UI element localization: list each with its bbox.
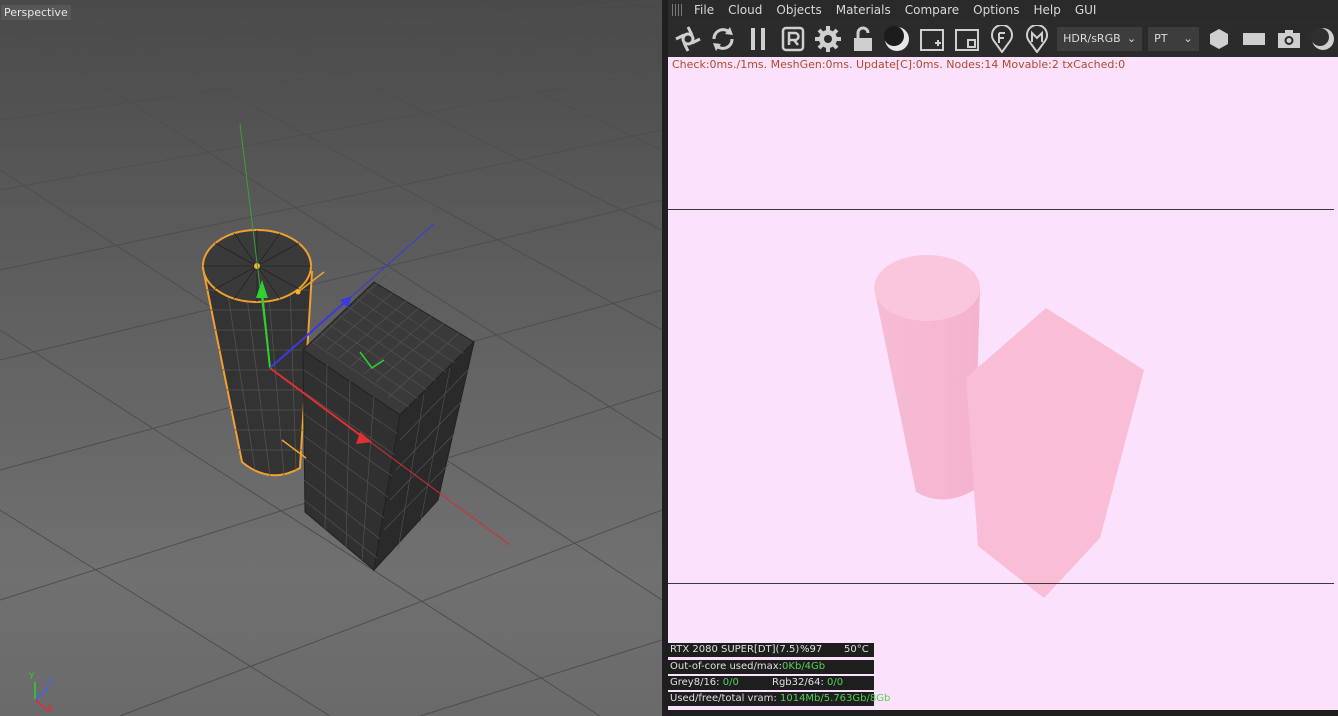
lock-button[interactable]: [848, 24, 877, 54]
region-border-bottom: [668, 583, 1334, 584]
perspective-viewport[interactable]: Perspective Y Z X: [0, 0, 662, 716]
gpu-status-row: RTX 2080 SUPER[DT](7.5) %97 50°C: [668, 643, 874, 657]
menu-compare[interactable]: Compare: [905, 3, 959, 17]
aperture-icon: [675, 25, 702, 52]
vram-label: Used/free/total vram:: [670, 693, 777, 704]
material-picker-button[interactable]: [1022, 24, 1051, 54]
sphere-icon: [884, 25, 910, 51]
chevron-down-icon: ⌄: [1183, 32, 1193, 45]
send-scene-button[interactable]: [674, 24, 703, 54]
film-icon: [1242, 32, 1265, 45]
menu-materials[interactable]: Materials: [836, 3, 891, 17]
live-viewer-panel[interactable]: File Cloud Objects Materials Compare Opt…: [668, 0, 1338, 716]
rgb-value: 0/0: [827, 677, 844, 688]
rendered-cylinder: [874, 255, 980, 500]
focus-pin-icon: [990, 24, 1013, 53]
region-select-button[interactable]: [953, 24, 982, 54]
chevron-down-icon: ⌄: [1126, 32, 1137, 45]
gpu-usage: %97: [800, 644, 823, 655]
color-mode-value: HDR/sRGB: [1063, 32, 1121, 45]
region-render-button[interactable]: [778, 24, 807, 54]
focus-picker-button[interactable]: [987, 24, 1016, 54]
pause-icon: [751, 27, 766, 50]
menu-help[interactable]: Help: [1033, 3, 1060, 17]
add-region-button[interactable]: [918, 24, 947, 54]
grey-value: 0/0: [722, 677, 739, 688]
gpu-temp: 50°C: [844, 644, 869, 655]
texture-count-row: Grey8/16: 0/0 Rgb32/64: 0/0: [668, 676, 874, 690]
material-pin-icon: [1025, 24, 1048, 53]
vram-value: 1014Mb/5.763Gb/8Gb: [779, 693, 891, 704]
axis-label-z: Z: [46, 678, 53, 688]
kernel-value: PT: [1154, 32, 1168, 45]
menu-gui[interactable]: GUI: [1075, 3, 1097, 17]
box-object[interactable]: [302, 273, 475, 572]
status-bar: [668, 710, 1338, 716]
out-of-core-row: Out-of-core used/max:0Kb/4Gb: [668, 660, 874, 674]
menu-objects[interactable]: Objects: [776, 3, 821, 17]
vram-row: Used/free/total vram: 1014Mb/5.763Gb/8Gb: [668, 692, 890, 706]
menu-options[interactable]: Options: [973, 3, 1019, 17]
viewport-scene: [0, 0, 662, 716]
hexagon-icon: [1210, 28, 1228, 49]
render-output: [874, 255, 1144, 598]
gpu-name: RTX 2080 SUPER[DT](7.5): [670, 644, 800, 655]
film-button[interactable]: [1239, 24, 1268, 54]
viewport-label[interactable]: Perspective: [1, 5, 71, 20]
rendered-box: [966, 308, 1144, 598]
refresh-icon: [712, 26, 734, 51]
region-r-icon: [781, 26, 805, 51]
gear-icon: [814, 25, 841, 52]
menu-bar: File Cloud Objects Materials Compare Opt…: [668, 0, 1338, 20]
pause-button[interactable]: [744, 24, 773, 54]
render-stats-line: Check:0ms./1ms. MeshGen:0ms. Update[C]:0…: [672, 58, 1126, 71]
shading-button[interactable]: [1309, 24, 1338, 54]
shaded-sphere-icon: [1311, 27, 1335, 50]
render-toolbar: HDR/sRGB ⌄ PT ⌄: [668, 20, 1338, 57]
menu-file[interactable]: File: [694, 3, 714, 17]
kernel-select[interactable]: PT ⌄: [1148, 26, 1199, 51]
restart-render-button[interactable]: [709, 24, 738, 54]
settings-button[interactable]: [813, 24, 842, 54]
snapshot-button[interactable]: [1274, 24, 1303, 54]
camera-icon: [1277, 29, 1300, 48]
out-of-core-value: 0Kb/4Gb: [782, 661, 826, 672]
axis-label-y: Y: [29, 672, 35, 682]
add-region-icon: [920, 28, 945, 51]
clay-mode-button[interactable]: [1205, 24, 1234, 54]
unlock-icon: [853, 26, 872, 51]
grip-icon: [672, 4, 684, 16]
grey-label: Grey8/16:: [670, 677, 720, 688]
menu-cloud[interactable]: Cloud: [728, 3, 762, 17]
region-border-top: [668, 209, 1334, 210]
rgb-label: Rgb32/64:: [772, 677, 824, 688]
region-select-icon: [955, 28, 980, 51]
color-mode-select[interactable]: HDR/sRGB ⌄: [1057, 26, 1143, 51]
axis-label-x: X: [47, 704, 54, 714]
material-preview-button[interactable]: [883, 24, 912, 54]
out-of-core-label: Out-of-core used/max:: [670, 661, 783, 672]
